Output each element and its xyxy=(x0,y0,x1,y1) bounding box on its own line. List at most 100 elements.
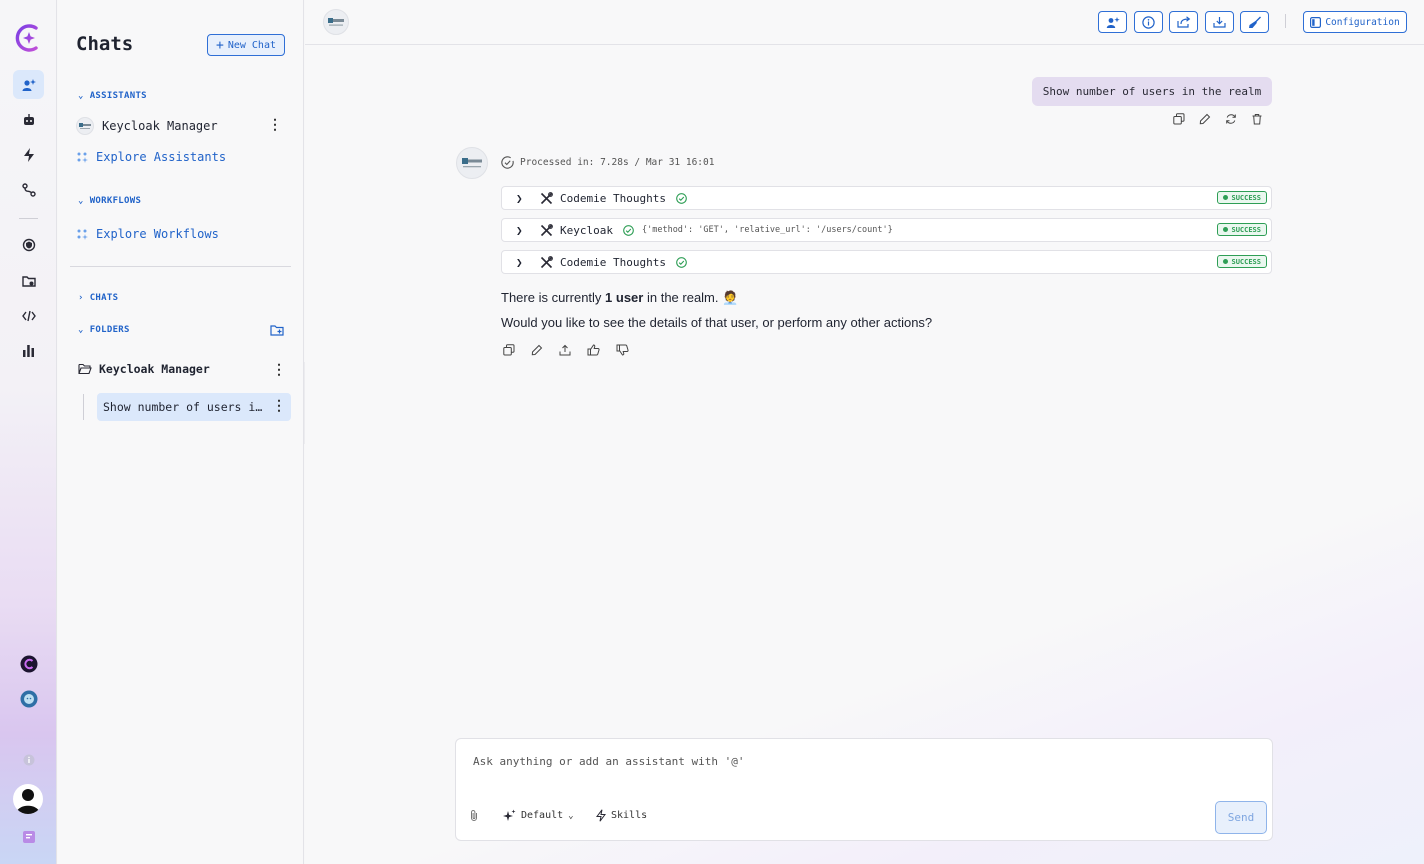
info-icon xyxy=(1142,15,1155,29)
lightning-icon[interactable] xyxy=(13,140,44,169)
tools-icon xyxy=(540,255,554,269)
avatar[interactable] xyxy=(13,784,43,814)
folder-open-icon xyxy=(78,363,92,375)
edit-icon[interactable] xyxy=(531,344,543,356)
message-input[interactable] xyxy=(473,755,1173,768)
chevron-right-icon: ❯ xyxy=(516,255,523,269)
chevron-down-icon: ⌄ xyxy=(78,196,84,206)
copy-icon[interactable] xyxy=(503,344,515,356)
answer-line-2: Would you like to see the details of tha… xyxy=(501,315,933,330)
tool-name: Keycloak xyxy=(560,223,613,237)
chevron-down-icon: ⌄ xyxy=(78,91,84,101)
success-check-icon xyxy=(676,256,687,268)
chat-item-selected[interactable]: Show number of users i… xyxy=(97,393,291,421)
skills-label: Skills xyxy=(611,810,648,821)
assistant-avatar[interactable] xyxy=(323,9,349,35)
codemie-logo[interactable] xyxy=(14,23,42,53)
new-chat-label: New Chat xyxy=(227,39,276,51)
status-text: SUCCESS xyxy=(1231,193,1261,202)
chevron-right-icon: ❯ xyxy=(516,191,523,205)
success-check-icon xyxy=(623,224,634,236)
user-message-bubble: Show number of users in the realm xyxy=(1032,77,1272,106)
status-text: SUCCESS xyxy=(1231,225,1261,234)
sidebar-item-keycloak-manager[interactable]: Keycloak Manager xyxy=(76,117,218,135)
export-icon[interactable] xyxy=(559,344,571,356)
answer-suffix: in the realm. 🧑‍💼 xyxy=(643,290,739,305)
share-icon xyxy=(1176,16,1190,28)
add-assistant-button[interactable] xyxy=(1098,11,1127,33)
edit-icon[interactable] xyxy=(1199,113,1211,125)
new-chat-button[interactable]: + New Chat xyxy=(207,34,285,56)
robot-icon[interactable] xyxy=(13,105,44,134)
paperclip-icon xyxy=(471,810,477,821)
chart-icon[interactable] xyxy=(13,336,44,365)
configuration-label: Configuration xyxy=(1325,16,1400,28)
assistants-heading: ASSISTANTS xyxy=(89,91,147,101)
chats-sidebar: Chats + New Chat ⌄ ASSISTANTS Keycloak M… xyxy=(58,0,304,864)
add-assistant-icon xyxy=(1106,16,1120,28)
rail-divider xyxy=(19,218,38,219)
folder-keycloak-manager[interactable]: Keycloak Manager xyxy=(78,362,210,376)
download-button[interactable] xyxy=(1205,11,1234,33)
plus-icon: + xyxy=(216,37,224,53)
assistants-section-toggle[interactable]: ⌄ ASSISTANTS xyxy=(78,91,147,101)
shield-icon[interactable] xyxy=(13,230,44,259)
model-label: Default xyxy=(521,810,564,821)
user-message-text: Show number of users in the realm xyxy=(1042,85,1262,98)
copy-icon[interactable] xyxy=(1173,113,1185,125)
top-bar: Configuration xyxy=(305,0,1424,45)
assistant-name: Keycloak Manager xyxy=(102,119,218,133)
tools-icon xyxy=(540,223,554,237)
code-icon[interactable] xyxy=(13,301,44,330)
configuration-button[interactable]: Configuration xyxy=(1303,11,1407,33)
status-badge: SUCCESS xyxy=(1217,255,1267,268)
status-text: SUCCESS xyxy=(1231,257,1261,266)
tool-row[interactable]: ❯ Codemie Thoughts SUCCESS xyxy=(501,250,1272,274)
chevron-down-icon: ⌄ xyxy=(568,810,574,821)
thumbs-down-icon[interactable] xyxy=(616,344,629,356)
workflow-icon[interactable] xyxy=(13,175,44,204)
chat-main: Configuration Show number of users in th… xyxy=(305,0,1424,864)
explore-assistants-link[interactable]: Explore Assistants xyxy=(76,150,226,164)
message-composer: Default ⌄ Skills Send xyxy=(455,738,1273,841)
clear-chat-button[interactable] xyxy=(1240,11,1269,33)
answer-bold: 1 user xyxy=(605,290,644,305)
docs-icon[interactable] xyxy=(13,822,44,851)
lion-icon[interactable] xyxy=(13,684,44,713)
explore-workflows-label: Explore Workflows xyxy=(96,227,219,241)
chat-more-icon[interactable]: ⋮ xyxy=(272,398,286,414)
tool-row[interactable]: ❯ Codemie Thoughts SUCCESS xyxy=(501,186,1272,210)
download-icon xyxy=(1213,17,1226,28)
sparkle-grid-icon xyxy=(77,152,88,163)
skills-button[interactable]: Skills xyxy=(596,809,647,822)
attach-button[interactable] xyxy=(469,809,479,822)
model-selector[interactable]: Default ⌄ xyxy=(503,809,574,822)
workflows-section-toggle[interactable]: ⌄ WORKFLOWS xyxy=(78,196,141,206)
folder-icon[interactable] xyxy=(13,266,44,295)
folder-more-icon[interactable]: ⋮ xyxy=(272,362,286,378)
tool-row[interactable]: ❯ Keycloak {'method': 'GET', 'relative_u… xyxy=(501,218,1272,242)
chats-heading: CHATS xyxy=(89,293,119,303)
info-button[interactable] xyxy=(1134,11,1163,33)
regenerate-icon[interactable] xyxy=(1225,113,1237,125)
folders-section-toggle[interactable]: ⌄ FOLDERS xyxy=(78,325,130,335)
new-folder-icon[interactable] xyxy=(270,324,285,337)
tree-line xyxy=(83,394,84,420)
chats-section-toggle[interactable]: › CHATS xyxy=(78,293,118,303)
thumbs-up-icon[interactable] xyxy=(587,344,600,356)
explore-workflows-link[interactable]: Explore Workflows xyxy=(76,227,219,241)
sparkles-icon xyxy=(503,809,516,821)
share-button[interactable] xyxy=(1169,11,1198,33)
delete-icon[interactable] xyxy=(1251,113,1263,125)
assistant-more-icon[interactable]: ⋮ xyxy=(268,117,282,133)
answer-line-1: There is currently 1 user in the realm. … xyxy=(501,290,738,306)
status-badge: SUCCESS xyxy=(1217,223,1267,236)
tool-name: Codemie Thoughts xyxy=(560,191,666,205)
folder-name: Keycloak Manager xyxy=(99,362,210,376)
info-icon[interactable] xyxy=(13,745,44,774)
chevron-right-icon: ❯ xyxy=(516,223,523,237)
send-button[interactable]: Send xyxy=(1215,801,1267,834)
assistants-icon[interactable] xyxy=(13,70,44,99)
codemie-icon[interactable] xyxy=(13,649,44,678)
left-rail xyxy=(0,0,57,864)
